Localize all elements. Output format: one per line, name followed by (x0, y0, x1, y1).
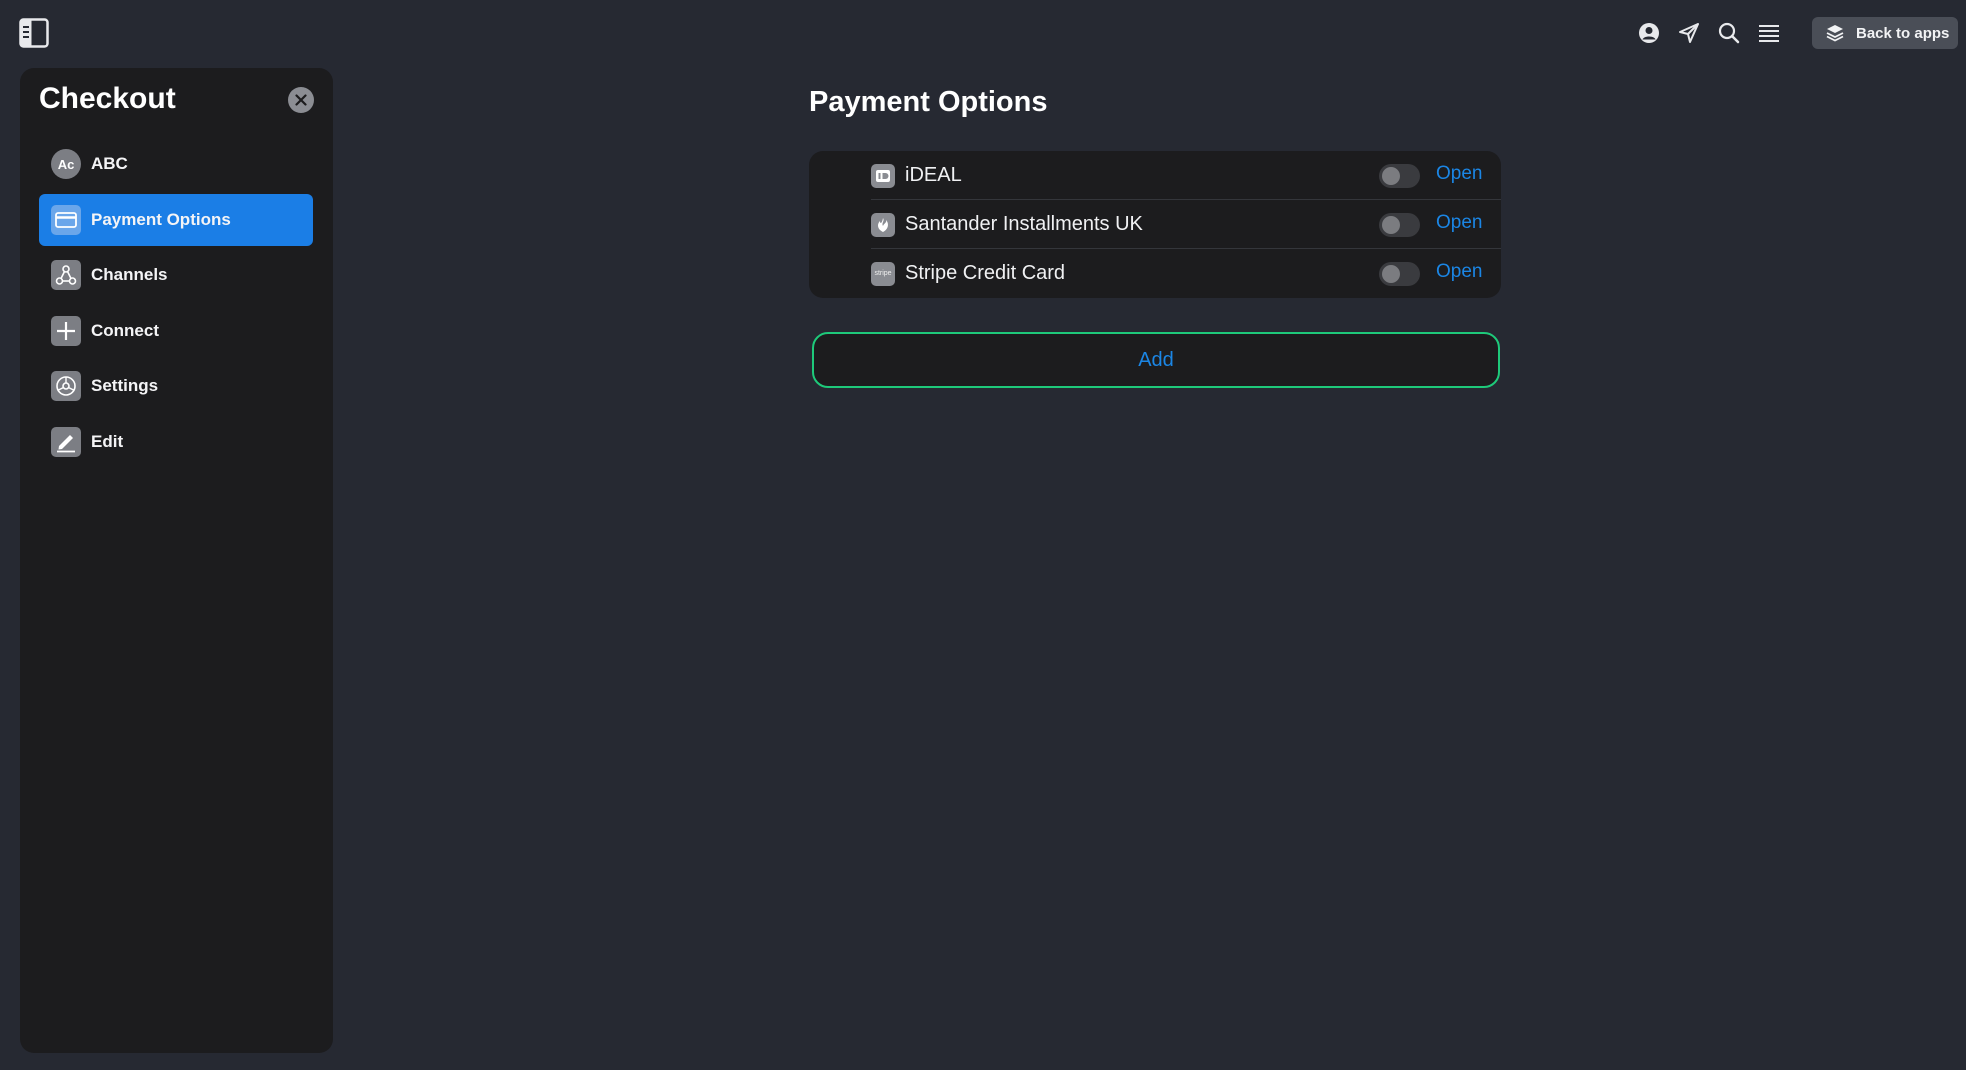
sidebar-item-label: Connect (91, 320, 159, 340)
sidebar-item-channels[interactable]: Channels (39, 249, 313, 301)
ideal-toggle[interactable] (1379, 164, 1420, 188)
sidebar-item-label: Edit (91, 431, 124, 451)
menu-icon[interactable] (1756, 20, 1782, 46)
top-icons: Back to apps (1636, 17, 1958, 49)
top-bar: Back to apps (0, 0, 1966, 66)
plus-icon (51, 315, 81, 346)
channels-icon (51, 260, 81, 290)
sidebar-item-label: Payment Options (91, 209, 231, 229)
sidebar-item-abc[interactable]: Ac ABC (39, 138, 313, 190)
ideal-icon (871, 163, 895, 188)
sidebar-item-payment-options[interactable]: Payment Options (39, 193, 313, 246)
list-item: Santander Installments UK Open (871, 200, 1501, 249)
toggle-knob (1382, 265, 1400, 283)
stripe-toggle[interactable] (1379, 262, 1420, 286)
santander-toggle[interactable] (1379, 213, 1420, 237)
option-label: Stripe Credit Card (905, 262, 1066, 284)
sidebar-item-label: Channels (91, 265, 168, 284)
sidebar-item-label: ABC (91, 154, 128, 173)
add-button[interactable]: Add (812, 332, 1500, 388)
sidebar-item-settings[interactable]: Settings (39, 360, 313, 412)
page-title: Payment Options (809, 86, 1048, 118)
back-to-apps-button[interactable]: Back to apps (1812, 17, 1958, 49)
ideal-open-link[interactable]: Open (1436, 163, 1482, 185)
stripe-open-link[interactable]: Open (1436, 261, 1482, 283)
close-icon[interactable] (288, 87, 314, 113)
sidebar-item-edit[interactable]: Edit (39, 416, 313, 468)
list-item: iDEAL Open (871, 151, 1501, 200)
santander-icon (871, 212, 895, 237)
user-icon[interactable] (1636, 20, 1662, 46)
sidebar-item-label: Settings (91, 376, 159, 395)
checkout-panel: Checkout Ac ABC Payment Options Channels… (20, 68, 333, 1053)
list-item: stripe Stripe Credit Card Open (871, 249, 1501, 298)
sidebar-menu: Ac ABC Payment Options Channels Connect … (39, 138, 313, 471)
credit-card-icon (51, 204, 81, 235)
option-label: iDEAL (905, 164, 962, 186)
toggle-knob (1382, 167, 1400, 185)
payment-options-list: iDEAL Open Santander Installments UK Ope… (809, 151, 1501, 298)
option-label: Santander Installments UK (905, 213, 1143, 235)
sidebar-toggle-icon[interactable] (19, 18, 49, 48)
toggle-knob (1382, 216, 1400, 234)
layers-icon (1826, 25, 1844, 42)
panel-title: Checkout (39, 82, 176, 115)
send-icon[interactable] (1676, 20, 1702, 46)
sidebar-item-connect[interactable]: Connect (39, 305, 313, 357)
santander-open-link[interactable]: Open (1436, 212, 1482, 234)
search-icon[interactable] (1716, 20, 1742, 46)
settings-icon (51, 371, 81, 401)
edit-icon (51, 426, 81, 457)
back-to-apps-label: Back to apps (1856, 24, 1950, 42)
avatar: Ac (51, 149, 81, 179)
stripe-icon: stripe (871, 261, 895, 286)
